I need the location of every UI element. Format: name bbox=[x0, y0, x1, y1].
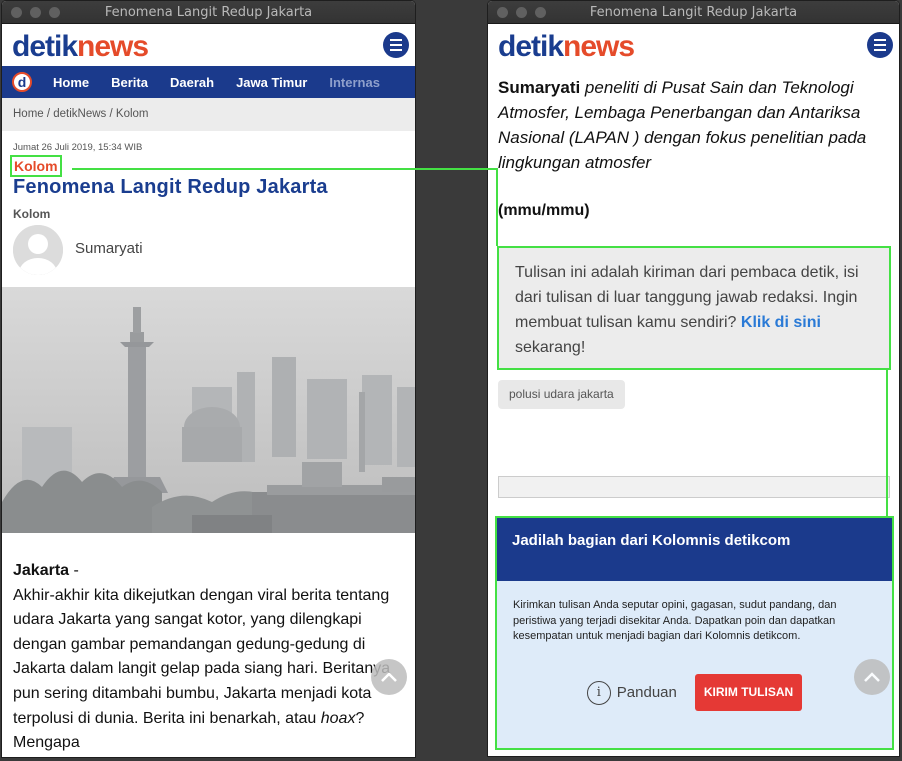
chevron-up-icon bbox=[381, 672, 397, 682]
article-body: Jakarta - Akhir-akhir kita dikejutkan de… bbox=[13, 559, 405, 756]
logo-part-news: news bbox=[77, 30, 149, 63]
page-viewport: detiknews Sumaryati peneliti di Pusat Sa… bbox=[488, 25, 899, 756]
kolomnis-actions: i Panduan KIRIM TULISAN bbox=[497, 674, 892, 711]
author-name[interactable]: Sumaryati bbox=[75, 240, 143, 257]
nav-item-daerah[interactable]: Daerah bbox=[170, 75, 214, 90]
traffic-lights bbox=[497, 7, 546, 18]
minimize-window-button[interactable] bbox=[516, 7, 527, 18]
logo-part-detik: detik bbox=[498, 30, 564, 63]
window-title: Fenomena Langit Redup Jakarta bbox=[104, 5, 313, 20]
kolomnis-cta-box: Jadilah bagian dari Kolomnis detikcom Ki… bbox=[495, 516, 894, 750]
detiknews-logo[interactable]: detiknews bbox=[498, 30, 635, 64]
article-title: Fenomena Langit Redup Jakarta bbox=[13, 176, 328, 198]
article-lead-dash: - bbox=[69, 562, 79, 579]
nav-item-berita[interactable]: Berita bbox=[111, 75, 148, 90]
browser-window-article: Fenomena Langit Redup Jakarta detiknews … bbox=[1, 0, 416, 758]
browser-window-article-footer: Fenomena Langit Redup Jakarta detiknews … bbox=[487, 0, 900, 757]
article-tag[interactable]: polusi udara jakarta bbox=[498, 380, 625, 409]
article-hero-image bbox=[2, 287, 415, 533]
annotation-connector bbox=[496, 168, 498, 246]
detik-d-letter: d bbox=[17, 74, 27, 90]
window-titlebar[interactable]: Fenomena Langit Redup Jakarta bbox=[488, 1, 899, 24]
logo-part-news: news bbox=[563, 30, 635, 63]
author-bio: Sumaryati peneliti di Pusat Sain dan Tek… bbox=[498, 75, 893, 175]
annotation-connector bbox=[72, 168, 498, 170]
guide-label: Panduan bbox=[616, 684, 677, 701]
nav-item-internasional[interactable]: Internas bbox=[329, 75, 380, 90]
logo-part-detik: detik bbox=[12, 30, 78, 63]
article-lead-city: Jakarta bbox=[13, 562, 70, 579]
avatar-placeholder-icon bbox=[13, 225, 63, 275]
traffic-lights bbox=[11, 7, 60, 18]
guide-link[interactable]: i Panduan bbox=[586, 680, 677, 705]
detik-d-icon[interactable]: d bbox=[12, 72, 32, 92]
annotation-connector bbox=[886, 370, 888, 518]
minimize-window-button[interactable] bbox=[30, 7, 41, 18]
kolomnis-description: Kirimkan tulisan Anda seputar opini, gag… bbox=[513, 599, 837, 643]
jakarta-smog-skyline-image bbox=[2, 287, 415, 533]
close-window-button[interactable] bbox=[11, 7, 22, 18]
submit-article-button[interactable]: KIRIM TULISAN bbox=[694, 674, 803, 711]
detiknews-logo[interactable]: detiknews bbox=[12, 30, 149, 64]
main-navigation: d Home Berita Daerah Jawa Timur Internas bbox=[2, 66, 415, 98]
author-bio-name: Sumaryati bbox=[498, 78, 581, 97]
empty-ad-slot bbox=[498, 476, 890, 498]
hamburger-menu-icon[interactable] bbox=[867, 32, 893, 58]
notice-link[interactable]: Klik di sini bbox=[741, 314, 821, 331]
window-titlebar[interactable]: Fenomena Langit Redup Jakarta bbox=[2, 1, 415, 24]
hamburger-menu-icon[interactable] bbox=[383, 32, 409, 58]
close-window-button[interactable] bbox=[497, 7, 508, 18]
editor-code: (mmu/mmu) bbox=[498, 202, 590, 219]
window-title: Fenomena Langit Redup Jakarta bbox=[589, 5, 798, 20]
article-body-hoax: hoax bbox=[320, 709, 356, 727]
kolomnis-title: Jadilah bagian dari Kolomnis detikcom bbox=[497, 518, 892, 581]
scroll-to-top-button[interactable] bbox=[371, 659, 407, 695]
nav-item-home[interactable]: Home bbox=[53, 75, 89, 90]
zoom-window-button[interactable] bbox=[49, 7, 60, 18]
page-viewport: detiknews d Home Berita Daerah Jawa Timu… bbox=[2, 25, 415, 757]
chevron-up-icon bbox=[864, 672, 880, 682]
article-date: Jumat 26 Juli 2019, 15:34 WIB bbox=[13, 142, 143, 153]
article-section: Kolom bbox=[13, 207, 51, 221]
zoom-window-button[interactable] bbox=[535, 7, 546, 18]
article-body-part-1: Akhir-akhir kita dikejutkan dengan viral… bbox=[13, 586, 391, 727]
breadcrumb[interactable]: Home / detikNews / Kolom bbox=[2, 98, 415, 131]
article-category-link[interactable]: Kolom bbox=[10, 155, 62, 177]
nav-item-jawa-timur[interactable]: Jawa Timur bbox=[236, 75, 307, 90]
info-icon: i bbox=[586, 680, 611, 705]
notice-after: sekarang! bbox=[515, 339, 586, 356]
reader-submission-notice: Tulisan ini adalah kiriman dari pembaca … bbox=[497, 246, 891, 370]
scroll-to-top-button[interactable] bbox=[854, 659, 890, 695]
author-avatar[interactable] bbox=[13, 225, 63, 275]
